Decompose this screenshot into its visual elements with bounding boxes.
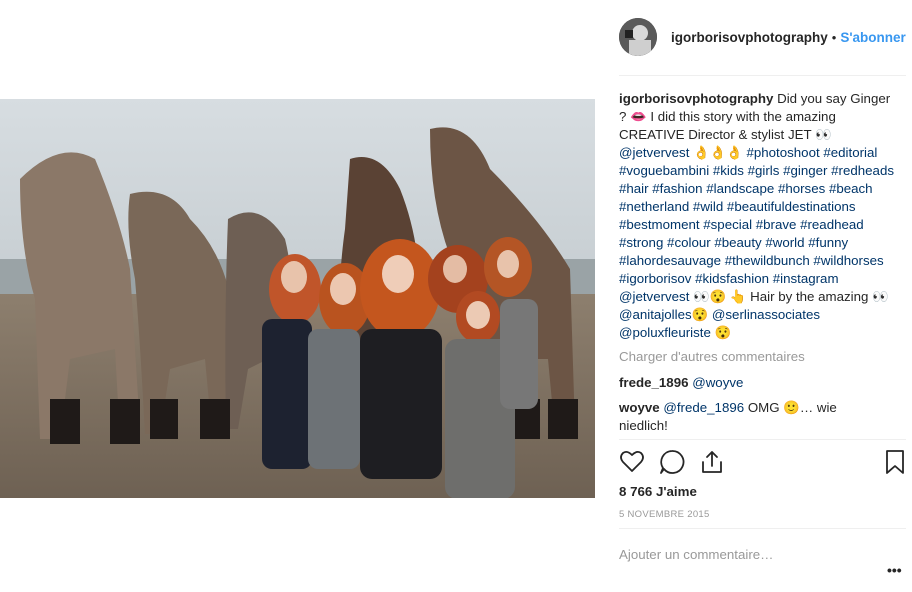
caption-text: 😯 <box>691 307 712 322</box>
follow-button[interactable]: S'abonner <box>840 30 905 45</box>
divider <box>619 75 906 76</box>
caption-mention[interactable]: @anitajolles <box>619 307 692 322</box>
bookmark-icon[interactable] <box>884 449 906 480</box>
comment-input[interactable]: Ajouter un commentaire… <box>619 547 773 562</box>
comment-icon[interactable] <box>659 449 685 480</box>
comment-mention[interactable]: @woyve <box>692 375 743 390</box>
caption-text: 👌👌👌 <box>689 145 747 160</box>
caption-author[interactable]: igorborisovphotography <box>619 91 773 106</box>
comment-user[interactable]: frede_1896 <box>619 375 689 390</box>
caption-mention[interactable]: @jetvervest <box>619 289 689 304</box>
author-username[interactable]: igorborisovphotography <box>671 30 828 45</box>
comment-user[interactable]: woyve <box>619 400 660 415</box>
post-photo[interactable] <box>0 99 595 498</box>
more-options-button[interactable]: ••• <box>887 562 902 578</box>
comment-mention[interactable]: @frede_1896 <box>663 400 744 415</box>
caption-text: 😯 <box>710 325 732 340</box>
divider <box>619 528 906 529</box>
avatar[interactable] <box>619 18 657 56</box>
action-bar <box>619 449 906 477</box>
separator-dot: • <box>831 29 837 45</box>
post-sidebar: igorborisovphotography • S'abonner igorb… <box>619 0 906 592</box>
heart-icon[interactable] <box>619 449 645 480</box>
comment: frede_1896 @woyve <box>619 375 743 390</box>
post-header: igorborisovphotography • S'abonner <box>619 17 906 57</box>
comment: woyve @frede_1896 OMG 🙂… wie niedlich! <box>619 399 859 435</box>
load-more-comments[interactable]: Charger d'autres commentaires <box>619 349 805 364</box>
post-caption: igorborisovphotography Did you say Ginge… <box>619 90 901 342</box>
share-icon[interactable] <box>699 449 725 480</box>
like-count[interactable]: 8 766 J'aime <box>619 484 697 499</box>
caption-mention[interactable]: @poluxfleuriste <box>619 325 711 340</box>
caption-text: 👀😯 👆 Hair by the amazing 👀 <box>689 289 889 304</box>
divider <box>619 439 906 440</box>
caption-hashtags[interactable]: #photoshoot #editorial #voguebambini #ki… <box>619 145 894 286</box>
caption-mention[interactable]: @serlinassociates <box>712 307 820 322</box>
post-date: 5 NOVEMBRE 2015 <box>619 509 710 520</box>
caption-mention[interactable]: @jetvervest <box>619 145 689 160</box>
